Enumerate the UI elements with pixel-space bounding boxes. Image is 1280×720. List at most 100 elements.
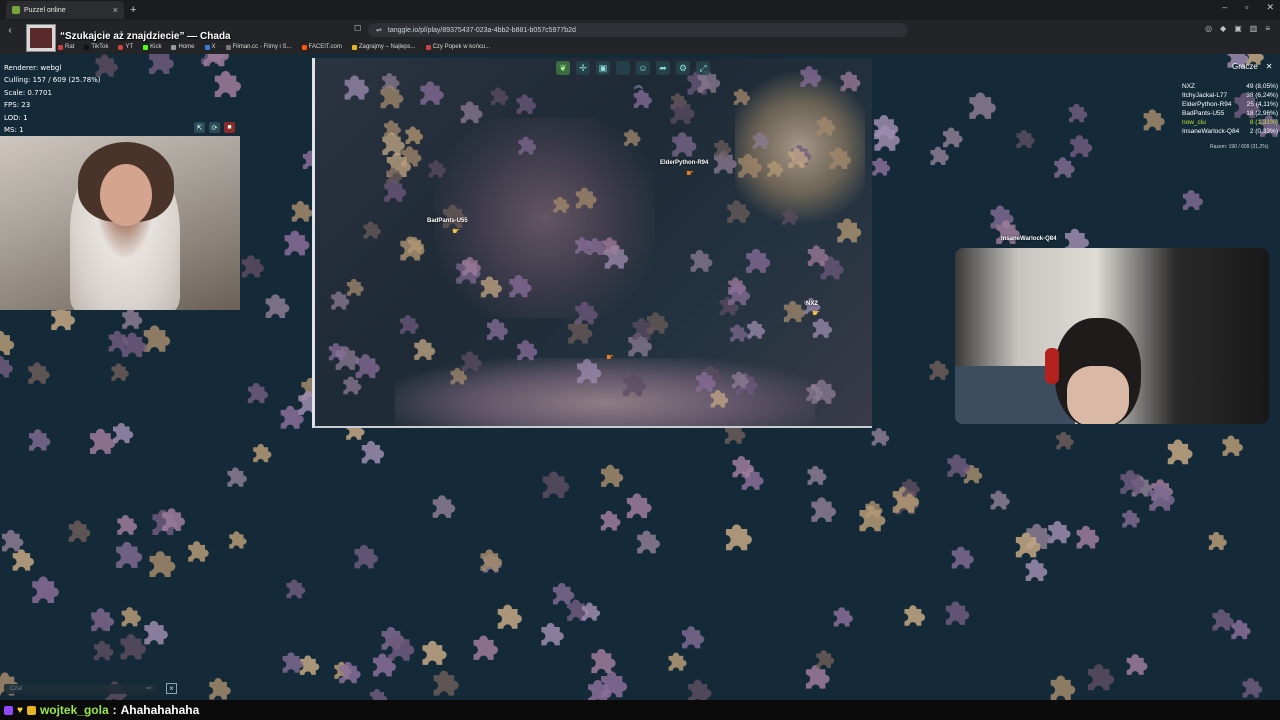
bookmark-item[interactable]: Rat xyxy=(58,44,74,50)
puzzle-piece[interactable] xyxy=(1182,189,1203,211)
puzzle-piece[interactable] xyxy=(241,255,264,278)
puzzle-piece[interactable] xyxy=(811,497,837,522)
puzzle-piece[interactable] xyxy=(1088,664,1115,691)
puzzle-piece[interactable] xyxy=(90,428,116,454)
puzzle-piece[interactable] xyxy=(668,652,687,671)
bookmark-item[interactable]: YT xyxy=(118,44,133,50)
camera-off-icon[interactable]: ■ xyxy=(224,122,235,133)
puzzle-piece[interactable] xyxy=(343,376,362,395)
puzzle-piece[interactable] xyxy=(361,440,385,464)
close-players-icon[interactable]: ✕ xyxy=(1266,62,1273,71)
sidebar-icon[interactable]: ▥ xyxy=(1250,24,1258,33)
puzzle-piece[interactable] xyxy=(591,648,616,674)
settings-gear-icon[interactable]: ⚙ xyxy=(676,61,690,75)
tab-close-icon[interactable]: × xyxy=(113,5,118,15)
puzzle-piece[interactable] xyxy=(951,546,974,569)
puzzle-piece[interactable] xyxy=(229,531,247,549)
puzzle-piece[interactable] xyxy=(672,132,697,157)
puzzle-piece[interactable] xyxy=(149,551,176,578)
puzzle-piece[interactable] xyxy=(807,465,827,485)
puzzle-piece[interactable] xyxy=(622,372,647,397)
puzzle-piece[interactable] xyxy=(872,157,891,176)
puzzle-piece[interactable] xyxy=(1050,675,1076,700)
puzzle-piece[interactable] xyxy=(344,75,369,100)
puzzle-piece[interactable] xyxy=(116,541,143,568)
puzzle-piece[interactable] xyxy=(816,116,836,136)
send-icon[interactable]: ⇨ xyxy=(146,684,152,692)
share-icon[interactable]: ➦ xyxy=(656,61,670,75)
puzzle-piece[interactable] xyxy=(227,467,247,487)
puzzle-piece[interactable] xyxy=(1231,619,1251,640)
bookmark-item[interactable]: FACEIT.com xyxy=(301,44,342,50)
fullscreen-icon[interactable]: ⤢ xyxy=(696,61,710,75)
puzzle-piece[interactable] xyxy=(117,514,138,535)
puzzle-piece[interactable] xyxy=(752,132,770,149)
players-icon[interactable]: ☺ xyxy=(636,61,650,75)
puzzle-piece[interactable] xyxy=(284,230,310,256)
puzzle-piece[interactable] xyxy=(442,204,467,229)
puzzle-piece[interactable] xyxy=(461,351,482,372)
bookmark-item[interactable]: TikTok xyxy=(84,44,108,50)
puzzle-piece[interactable] xyxy=(121,607,141,627)
puzzle-piece[interactable] xyxy=(800,66,822,87)
puzzle-piece[interactable] xyxy=(541,622,564,646)
puzzle-piece[interactable] xyxy=(369,688,387,700)
puzzle-piece[interactable] xyxy=(725,524,752,551)
puzzle-piece[interactable] xyxy=(144,620,168,645)
puzzle-piece[interactable] xyxy=(690,249,713,272)
puzzle-piece[interactable] xyxy=(738,153,762,178)
puzzle-piece[interactable] xyxy=(626,493,652,519)
site-info-icon[interactable]: ⇌ xyxy=(376,26,382,34)
collapse-chevron-up-icon[interactable]: ︽ xyxy=(634,78,643,91)
browser-tab[interactable]: Puzzel online × xyxy=(6,1,124,19)
puzzle-piece[interactable] xyxy=(247,382,269,404)
bookmark-item[interactable]: Czy Popek w końcu... xyxy=(425,44,490,50)
puzzle-piece[interactable] xyxy=(1025,559,1048,581)
puzzle-piece[interactable] xyxy=(633,89,652,108)
puzzle-piece[interactable] xyxy=(518,136,537,155)
puzzle-piece[interactable] xyxy=(782,208,799,225)
puzzle-piece[interactable] xyxy=(1068,103,1088,123)
puzzle-piece[interactable] xyxy=(829,147,852,169)
url-field[interactable]: ⇌ tanggle.io/pl/play/89375437-023a-4bb2-… xyxy=(368,23,908,37)
puzzle-piece[interactable] xyxy=(354,544,378,569)
image-preview-icon[interactable]: ▣ xyxy=(596,61,610,75)
puzzle-piece[interactable] xyxy=(399,314,419,334)
puzzle-piece[interactable] xyxy=(346,278,364,296)
puzzle-piece[interactable] xyxy=(990,490,1010,510)
puzzle-piece[interactable] xyxy=(816,650,835,669)
puzzle-piece[interactable] xyxy=(517,340,538,361)
puzzle-piece[interactable] xyxy=(432,495,456,518)
puzzle-piece[interactable] xyxy=(904,605,926,626)
empty-slot-icon[interactable] xyxy=(616,61,630,75)
puzzle-piece[interactable] xyxy=(420,81,444,105)
puzzle-piece[interactable] xyxy=(460,101,483,124)
puzzle-piece[interactable] xyxy=(363,221,381,239)
bookmark-item[interactable]: Home xyxy=(171,44,195,50)
puzzle-piece[interactable] xyxy=(149,54,174,74)
board-pieces[interactable] xyxy=(315,58,872,428)
maximize-icon[interactable]: ▫ xyxy=(1245,2,1248,13)
puzzle-piece[interactable] xyxy=(1167,439,1193,465)
puzzle-piece[interactable] xyxy=(1222,435,1243,456)
bookmark-item[interactable]: Zagrajmy – Najleps... xyxy=(351,44,416,50)
puzzle-piece[interactable] xyxy=(0,330,15,355)
swap-icon[interactable]: ⟳ xyxy=(209,122,220,133)
puzzle-piece[interactable] xyxy=(710,390,729,408)
puzzle-piece[interactable] xyxy=(805,664,830,689)
new-tab-icon[interactable]: + xyxy=(130,4,136,16)
puzzle-piece[interactable] xyxy=(516,94,536,114)
puzzle-board[interactable] xyxy=(312,58,872,428)
puzzle-piece-icon[interactable]: ✢ xyxy=(576,61,590,75)
puzzle-piece[interactable] xyxy=(480,276,502,298)
puzzle-piece[interactable] xyxy=(509,274,532,298)
puzzle-piece[interactable] xyxy=(214,70,242,98)
puzzle-piece[interactable] xyxy=(355,354,380,379)
puzzle-piece[interactable] xyxy=(1242,677,1263,698)
puzzle-piece[interactable] xyxy=(553,196,570,213)
puzzle-piece[interactable] xyxy=(433,670,459,696)
puzzle-piece[interactable] xyxy=(542,471,570,499)
puzzle-piece[interactable] xyxy=(688,679,712,700)
puzzle-piece[interactable] xyxy=(837,218,862,243)
puzzle-piece[interactable] xyxy=(601,464,624,487)
